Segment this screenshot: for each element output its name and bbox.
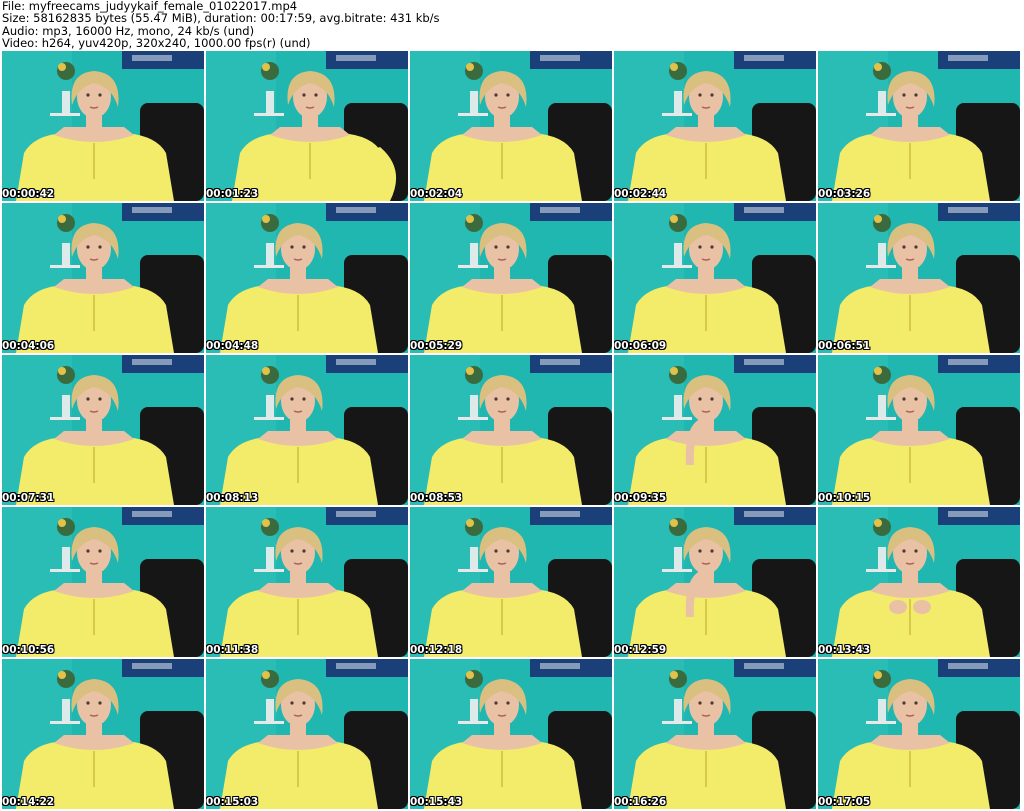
video-thumbnail: 00:05:29 xyxy=(410,203,612,353)
thumbnail-frame xyxy=(410,507,612,657)
video-thumbnail: 00:10:56 xyxy=(2,507,204,657)
thumbnail-timestamp: 00:05:29 xyxy=(410,340,463,352)
thumbnail-timestamp: 00:17:05 xyxy=(818,796,871,808)
video-thumbnail: 00:02:44 xyxy=(614,51,816,201)
video-thumbnail: 00:16:26 xyxy=(614,659,816,809)
thumbnail-timestamp: 00:06:51 xyxy=(818,340,871,352)
video-thumbnail: 00:06:51 xyxy=(818,203,1020,353)
thumbnail-timestamp: 00:03:26 xyxy=(818,188,871,200)
thumbnail-timestamp: 00:13:43 xyxy=(818,644,871,656)
file-info-header: File: myfreecams_judyykaif_female_010220… xyxy=(2,0,1022,50)
video-thumbnail: 00:13:43 xyxy=(818,507,1020,657)
video-thumbnail: 00:08:53 xyxy=(410,355,612,505)
thumbnail-frame xyxy=(614,659,816,809)
video-thumbnail: 00:12:59 xyxy=(614,507,816,657)
thumbnail-timestamp: 00:16:26 xyxy=(614,796,667,808)
thumbnail-frame xyxy=(614,355,816,505)
thumbnail-frame xyxy=(410,203,612,353)
thumbnail-timestamp: 00:06:09 xyxy=(614,340,667,352)
thumbnail-frame xyxy=(206,659,408,809)
video-thumbnail: 00:09:35 xyxy=(614,355,816,505)
thumbnail-frame xyxy=(410,51,612,201)
thumbnail-timestamp: 00:02:04 xyxy=(410,188,463,200)
thumbnail-timestamp: 00:11:38 xyxy=(206,644,259,656)
video-thumbnail: 00:11:38 xyxy=(206,507,408,657)
thumbnail-frame xyxy=(818,203,1020,353)
thumbnail-timestamp: 00:14:22 xyxy=(2,796,55,808)
thumbnail-timestamp: 00:15:43 xyxy=(410,796,463,808)
thumbnail-timestamp: 00:09:35 xyxy=(614,492,667,504)
thumbnail-timestamp: 00:02:44 xyxy=(614,188,667,200)
thumbnail-timestamp: 00:07:31 xyxy=(2,492,55,504)
file-size-line: Size: 58162835 bytes (55.47 MiB), durati… xyxy=(2,11,440,26)
contact-sheet: File: myfreecams_judyykaif_female_010220… xyxy=(0,0,1024,811)
thumbnail-frame xyxy=(2,51,204,201)
video-thumbnail: 00:04:06 xyxy=(2,203,204,353)
thumbnail-timestamp: 00:10:56 xyxy=(2,644,55,656)
video-thumbnail: 00:10:15 xyxy=(818,355,1020,505)
video-info-line: Video: h264, yuv420p, 320x240, 1000.00 f… xyxy=(2,36,311,51)
video-thumbnail: 00:04:48 xyxy=(206,203,408,353)
thumbnail-frame xyxy=(614,507,816,657)
thumbnail-frame xyxy=(614,51,816,201)
thumbnail-timestamp: 00:08:53 xyxy=(410,492,463,504)
thumbnail-timestamp: 00:01:23 xyxy=(206,188,259,200)
video-thumbnail: 00:03:26 xyxy=(818,51,1020,201)
thumbnail-frame xyxy=(614,203,816,353)
thumbnail-timestamp: 00:12:59 xyxy=(614,644,667,656)
thumbnail-frame xyxy=(206,51,408,201)
thumbnail-frame xyxy=(818,51,1020,201)
thumbnail-frame xyxy=(206,355,408,505)
thumbnail-frame xyxy=(410,355,612,505)
video-thumbnail: 00:12:18 xyxy=(410,507,612,657)
thumbnail-timestamp: 00:12:18 xyxy=(410,644,463,656)
video-thumbnail: 00:01:23 xyxy=(206,51,408,201)
thumbnail-frame xyxy=(206,507,408,657)
thumbnail-timestamp: 00:04:48 xyxy=(206,340,259,352)
thumbnail-grid: 00:00:42 00:01:23 00:02:04 00:02:44 00:03:26… xyxy=(2,51,1022,811)
video-thumbnail: 00:17:05 xyxy=(818,659,1020,809)
video-thumbnail: 00:07:31 xyxy=(2,355,204,505)
thumbnail-frame xyxy=(818,355,1020,505)
video-thumbnail: 00:00:42 xyxy=(2,51,204,201)
video-thumbnail: 00:08:13 xyxy=(206,355,408,505)
thumbnail-frame xyxy=(2,355,204,505)
thumbnail-frame xyxy=(2,203,204,353)
thumbnail-frame xyxy=(410,659,612,809)
thumbnail-frame xyxy=(206,203,408,353)
thumbnail-timestamp: 00:10:15 xyxy=(818,492,871,504)
thumbnail-timestamp: 00:04:06 xyxy=(2,340,55,352)
thumbnail-timestamp: 00:08:13 xyxy=(206,492,259,504)
thumbnail-frame xyxy=(818,507,1020,657)
video-thumbnail: 00:02:04 xyxy=(410,51,612,201)
video-thumbnail: 00:06:09 xyxy=(614,203,816,353)
thumbnail-frame xyxy=(2,659,204,809)
thumbnail-timestamp: 00:15:03 xyxy=(206,796,259,808)
video-thumbnail: 00:15:03 xyxy=(206,659,408,809)
thumbnail-timestamp: 00:00:42 xyxy=(2,188,55,200)
thumbnail-frame xyxy=(818,659,1020,809)
video-thumbnail: 00:15:43 xyxy=(410,659,612,809)
video-thumbnail: 00:14:22 xyxy=(2,659,204,809)
thumbnail-frame xyxy=(2,507,204,657)
